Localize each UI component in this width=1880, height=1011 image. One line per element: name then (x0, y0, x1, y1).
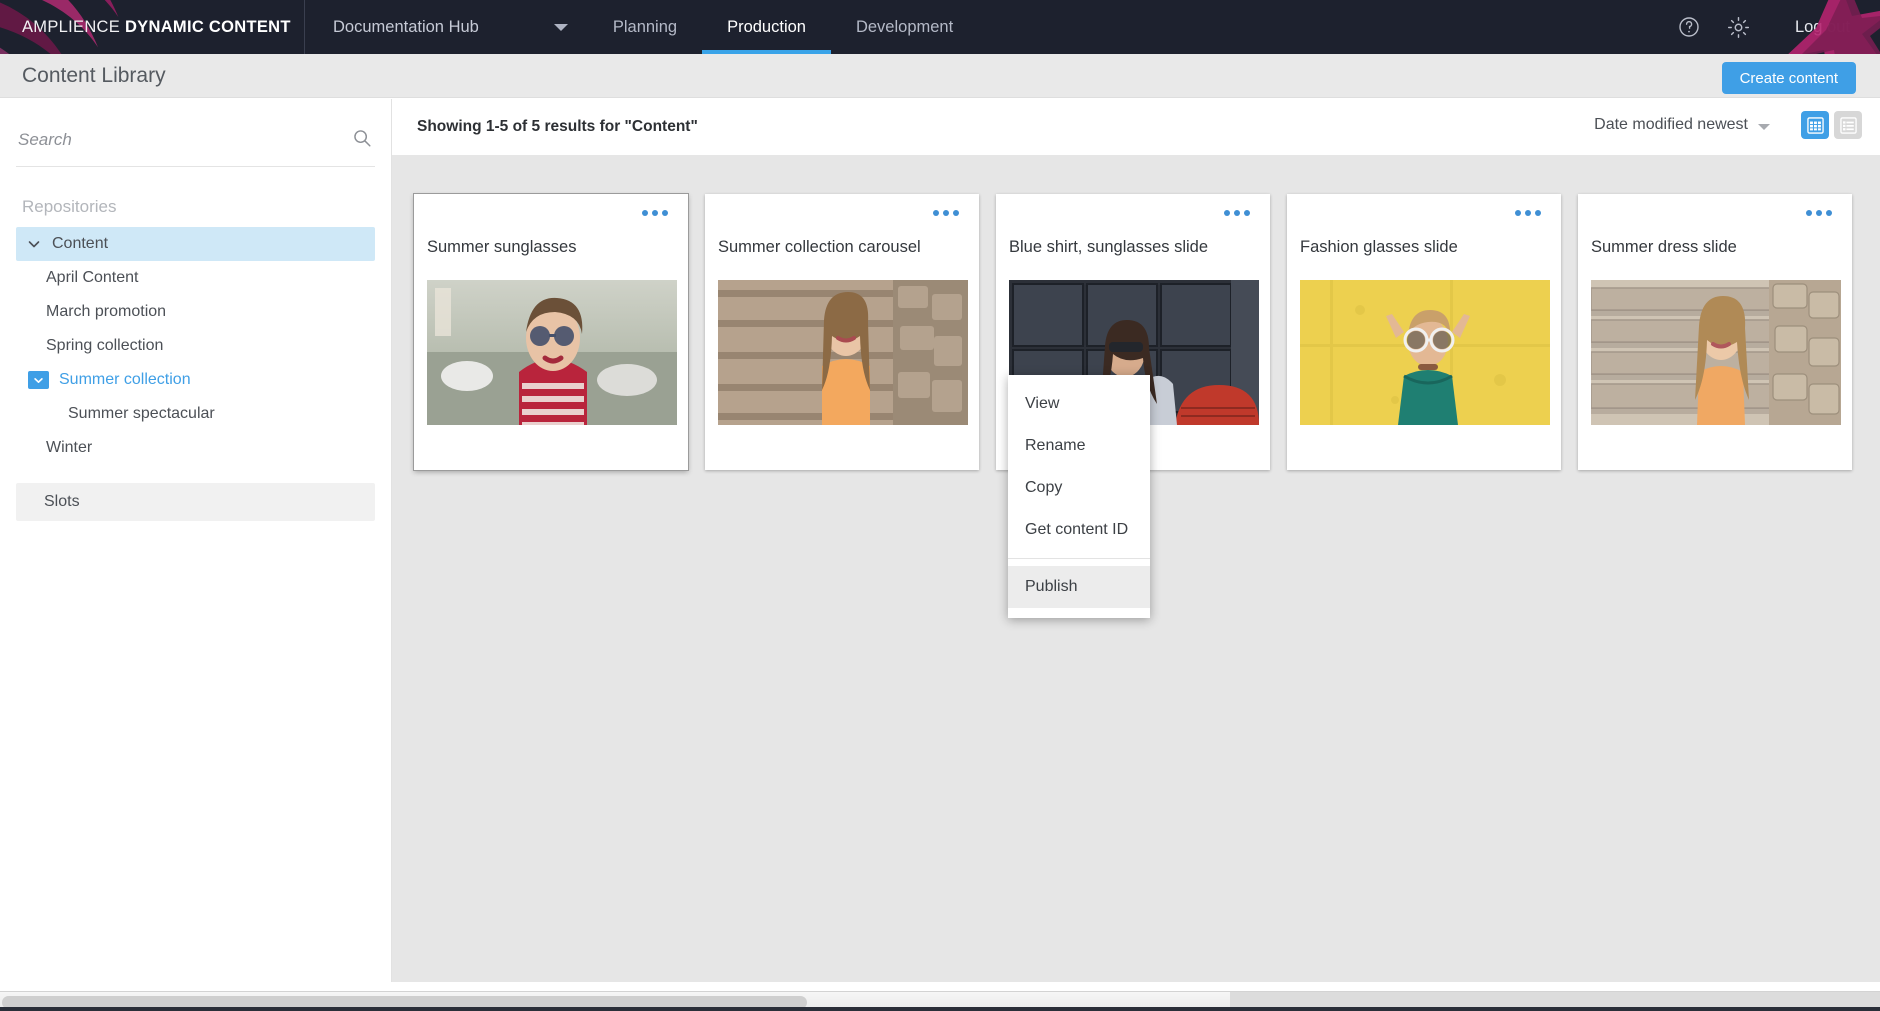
tab-development-label: Development (855, 17, 954, 36)
sort-and-view-controls: Date modified newest (1594, 111, 1862, 139)
chevron-down-icon (20, 236, 48, 252)
results-count-text: Showing 1-5 of 5 results for "Content" (417, 118, 698, 135)
tab-production-label: Production (727, 17, 806, 36)
documentation-hub-selector[interactable]: Documentation Hub (305, 0, 588, 54)
more-options-icon[interactable] (1806, 210, 1832, 216)
content-card-thumbnail (1300, 280, 1550, 425)
sidebar-item-april-content[interactable]: April Content (16, 261, 375, 295)
sidebar-item-march-promotion[interactable]: March promotion (16, 295, 375, 329)
sort-dropdown[interactable]: Date modified newest (1594, 116, 1748, 134)
page-header: Content Library Create content (0, 54, 1880, 98)
sidebar-item-summer-collection-label: Summer collection (59, 371, 191, 388)
brand-name-bold: DYNAMIC CONTENT (124, 17, 291, 36)
more-options-icon[interactable] (1224, 210, 1250, 216)
sidebar-item-march-promotion-label: March promotion (46, 303, 167, 320)
content-card-thumbnail (427, 280, 677, 425)
more-options-icon[interactable] (1515, 210, 1541, 216)
logout-button[interactable]: Log out (1795, 18, 1850, 37)
content-card-title: Summer sunglasses (427, 238, 577, 256)
content-canvas: Summer sunglasses Summer collection caro… (392, 155, 1880, 982)
context-menu-item-publish[interactable]: Publish (1008, 566, 1150, 608)
brand-logo[interactable]: AMPLIENCE DYNAMIC CONTENT (0, 0, 305, 54)
window-bottom-edge (0, 1007, 1880, 1011)
folder-open-badge-icon (28, 371, 49, 389)
sidebar-item-summer-collection[interactable]: Summer collection (16, 363, 375, 397)
context-menu-item-rename[interactable]: Rename (1008, 425, 1150, 467)
content-card-title: Summer dress slide (1591, 238, 1737, 256)
repository-tree: Content April Content March promotion Sp… (0, 227, 391, 521)
tab-planning-label: Planning (612, 17, 678, 36)
sidebar-item-summer-spectacular-label: Summer spectacular (68, 405, 215, 422)
content-card-title: Fashion glasses slide (1300, 238, 1458, 256)
grid-view-icon[interactable] (1801, 111, 1829, 139)
environment-tabs: Planning Production Development (588, 0, 978, 54)
content-card[interactable]: Summer sunglasses (414, 194, 688, 470)
top-navigation-bar: AMPLIENCE DYNAMIC CONTENT Documentation … (0, 0, 1880, 54)
more-options-icon[interactable] (933, 210, 959, 216)
help-circle-icon[interactable] (1669, 7, 1709, 47)
sidebar-item-slots[interactable]: Slots (16, 483, 375, 521)
context-menu-item-view[interactable]: View (1008, 383, 1150, 425)
page-title: Content Library (22, 63, 166, 87)
list-view-icon[interactable] (1834, 111, 1862, 139)
search-row (16, 113, 375, 167)
content-card[interactable]: Summer dress slide (1578, 194, 1852, 470)
more-options-icon[interactable] (642, 210, 668, 216)
content-card-thumbnail (718, 280, 968, 425)
sidebar-item-content-label: Content (52, 235, 109, 252)
chevron-down-icon (553, 23, 568, 31)
sidebar-item-april-content-label: April Content (46, 269, 139, 286)
sidebar-item-winter-label: Winter (46, 439, 93, 456)
sidebar-item-content[interactable]: Content (16, 227, 375, 261)
sidebar-item-summer-spectacular[interactable]: Summer spectacular (16, 397, 375, 431)
sidebar-item-slots-label: Slots (44, 493, 80, 510)
content-card-title: Blue shirt, sunglasses slide (1009, 238, 1209, 256)
sidebar: Repositories Content April Content March… (0, 99, 392, 982)
top-nav-right-controls: Log out (1659, 0, 1880, 54)
tab-production[interactable]: Production (702, 0, 831, 54)
content-card[interactable]: Summer collection carousel (705, 194, 979, 470)
content-card-thumbnail (1591, 280, 1841, 425)
sidebar-item-spring-collection-label: Spring collection (46, 337, 164, 354)
context-menu-item-get-content-id[interactable]: Get content ID (1008, 509, 1150, 551)
search-input[interactable] (16, 129, 316, 150)
results-toolbar: Showing 1-5 of 5 results for "Content" D… (392, 99, 1880, 155)
context-menu-item-copy[interactable]: Copy (1008, 467, 1150, 509)
sidebar-item-spring-collection[interactable]: Spring collection (16, 329, 375, 363)
tab-development[interactable]: Development (831, 0, 978, 54)
sidebar-item-winter[interactable]: Winter (16, 431, 375, 465)
search-icon[interactable] (351, 127, 373, 154)
context-menu-divider (1008, 558, 1150, 559)
tab-planning[interactable]: Planning (588, 0, 702, 54)
content-card-title: Summer collection carousel (718, 238, 921, 256)
chevron-down-icon[interactable] (1758, 123, 1770, 130)
brand-name-light: AMPLIENCE (22, 17, 125, 36)
create-content-button[interactable]: Create content (1721, 62, 1856, 94)
content-card[interactable]: Fashion glasses slide (1287, 194, 1561, 470)
gear-icon[interactable] (1719, 7, 1759, 47)
repositories-label: Repositories (22, 197, 117, 216)
documentation-hub-label: Documentation Hub (333, 17, 479, 36)
brand-text: AMPLIENCE DYNAMIC CONTENT (22, 18, 291, 37)
card-context-menu: View Rename Copy Get content ID Publish (1008, 375, 1150, 618)
main-content-area: Showing 1-5 of 5 results for "Content" D… (392, 99, 1880, 982)
view-toggle-group (1796, 111, 1862, 139)
